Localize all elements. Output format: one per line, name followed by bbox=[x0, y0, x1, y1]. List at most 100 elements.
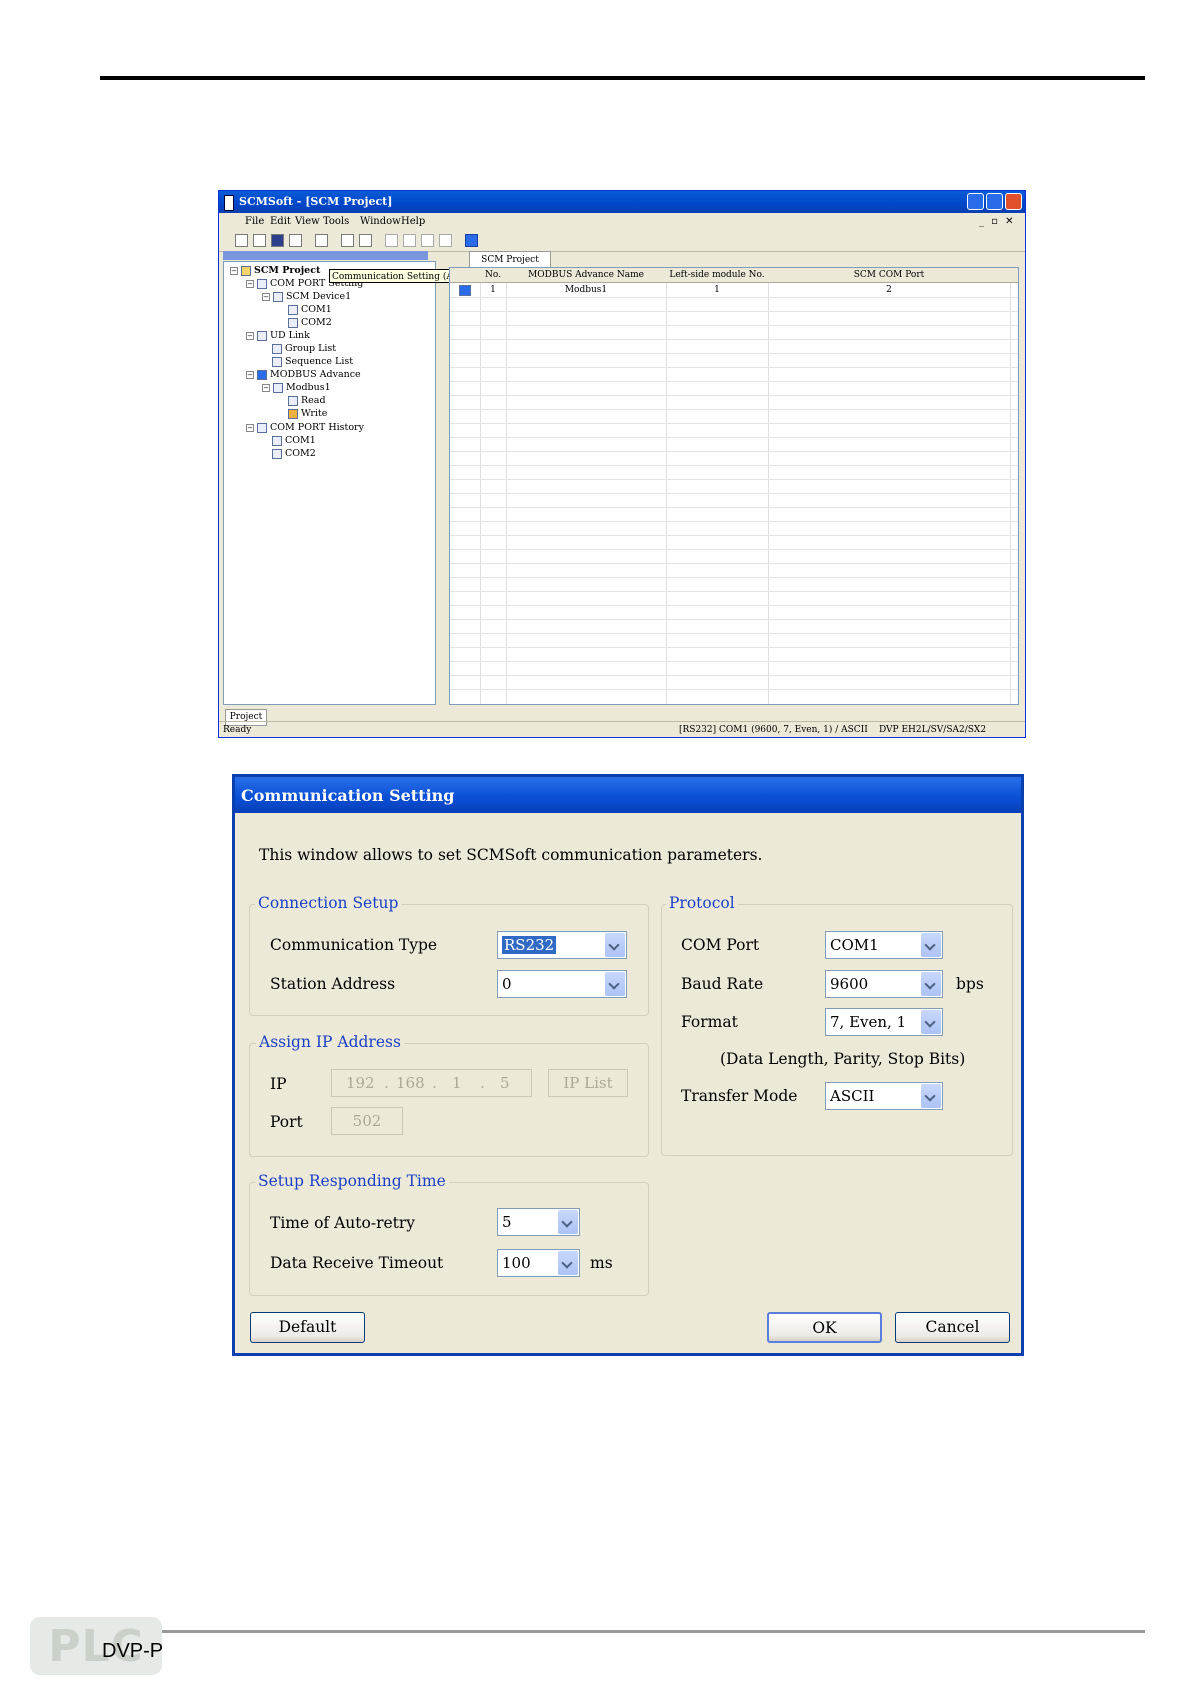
port-field[interactable]: 502 bbox=[331, 1107, 403, 1135]
chevron-down-icon bbox=[921, 933, 941, 957]
menu-window[interactable]: Window bbox=[360, 216, 401, 227]
device-icon bbox=[273, 291, 283, 302]
baud-rate-select[interactable]: 9600 bbox=[825, 970, 943, 998]
minimize-button[interactable] bbox=[967, 193, 984, 210]
tree-com1[interactable]: COM1 bbox=[301, 304, 332, 315]
arrow-up-icon[interactable] bbox=[385, 234, 398, 247]
communication-setting-icon[interactable] bbox=[315, 234, 328, 247]
menu-tools[interactable]: Tools bbox=[323, 216, 349, 227]
grid-header: No. MODBUS Advance Name Left-side module… bbox=[450, 268, 1018, 283]
tree-com-port-history[interactable]: COM PORT History bbox=[270, 422, 364, 433]
transfer-mode-select[interactable]: ASCII bbox=[825, 1082, 943, 1110]
dialog-titlebar: Communication Setting bbox=[235, 777, 1021, 813]
sequence-list-icon bbox=[272, 356, 282, 367]
ip-list-button[interactable]: IP List bbox=[548, 1069, 628, 1097]
transfer-mode-label: Transfer Mode bbox=[681, 1087, 798, 1105]
chevron-down-icon bbox=[921, 1010, 941, 1034]
link-icon bbox=[257, 330, 267, 341]
cell-name: Modbus1 bbox=[564, 285, 608, 295]
table-row[interactable]: 1 Modbus1 1 2 bbox=[450, 283, 1018, 298]
col-no[interactable]: No. bbox=[480, 270, 506, 280]
upload-icon[interactable] bbox=[341, 234, 354, 247]
tree-com2[interactable]: COM2 bbox=[301, 317, 332, 328]
arrow-down-icon[interactable] bbox=[403, 234, 416, 247]
ip-address-field[interactable]: 192 . 168 . 1 . 5 bbox=[331, 1069, 532, 1097]
com-port-label: COM Port bbox=[681, 936, 760, 954]
panel-caption-bar bbox=[223, 251, 428, 260]
ok-button[interactable]: OK bbox=[767, 1312, 882, 1343]
station-address-select[interactable]: 0 bbox=[497, 970, 627, 998]
dialog-title: Communication Setting bbox=[241, 786, 455, 805]
menu-edit[interactable]: Edit bbox=[270, 216, 291, 227]
auto-retry-select[interactable]: 5 bbox=[497, 1208, 580, 1236]
chevron-down-icon bbox=[921, 972, 941, 996]
tree-ud-link[interactable]: UD Link bbox=[270, 330, 310, 341]
mdi-controls-icon[interactable]: _ ▫ ✕ bbox=[979, 216, 1016, 227]
tree-modbus1[interactable]: Modbus1 bbox=[286, 382, 331, 393]
page-bottom-rule bbox=[100, 1630, 1145, 1633]
tree-root[interactable]: SCM Project bbox=[254, 265, 320, 276]
arrow-bottom-icon[interactable] bbox=[439, 234, 452, 247]
communication-type-select[interactable]: RS232 bbox=[497, 931, 627, 959]
print-preview-icon[interactable] bbox=[289, 234, 302, 247]
tree-write[interactable]: Write bbox=[301, 408, 327, 419]
close-button[interactable] bbox=[1005, 193, 1022, 210]
modbus-grid: No. MODBUS Advance Name Left-side module… bbox=[449, 267, 1019, 705]
com-port-icon bbox=[272, 435, 282, 446]
open-folder-icon[interactable] bbox=[253, 234, 266, 247]
com-port-select[interactable]: COM1 bbox=[825, 931, 943, 959]
status-model: DVP EH2L/SV/SA2/SX2 bbox=[879, 725, 987, 735]
chevron-down-icon bbox=[605, 933, 625, 957]
save-icon[interactable] bbox=[271, 234, 284, 247]
history-icon bbox=[257, 422, 267, 433]
ip-label: IP bbox=[270, 1075, 287, 1093]
station-address-label: Station Address bbox=[270, 975, 396, 993]
status-connection: [RS232] COM1 (9600, 7, Even, 1) / ASCII bbox=[679, 725, 868, 735]
page-top-rule bbox=[100, 76, 1145, 80]
com-port-icon bbox=[288, 317, 298, 328]
tree-read[interactable]: Read bbox=[301, 395, 326, 406]
default-button[interactable]: Default bbox=[250, 1312, 365, 1343]
col-com-port[interactable]: SCM COM Port bbox=[768, 270, 1010, 280]
tree-history-com2[interactable]: COM2 bbox=[285, 448, 316, 459]
responding-time-label: Setup Responding Time bbox=[255, 1172, 449, 1190]
port-label: Port bbox=[270, 1113, 303, 1131]
communication-setting-dialog: Communication Setting This window allows… bbox=[232, 774, 1024, 1356]
col-name[interactable]: MODBUS Advance Name bbox=[506, 270, 666, 280]
receive-timeout-label: Data Receive Timeout bbox=[270, 1254, 444, 1272]
maximize-button[interactable] bbox=[986, 193, 1003, 210]
download-icon[interactable] bbox=[359, 234, 372, 247]
scm-project-tab[interactable]: SCM Project bbox=[469, 251, 551, 268]
modbus-icon[interactable] bbox=[465, 234, 478, 247]
read-icon bbox=[288, 395, 298, 406]
arrow-top-icon[interactable] bbox=[421, 234, 434, 247]
cancel-button[interactable]: Cancel bbox=[895, 1312, 1010, 1343]
group-list-icon bbox=[272, 343, 282, 354]
menu-view[interactable]: View bbox=[295, 216, 320, 227]
chevron-down-icon bbox=[921, 1084, 941, 1108]
new-file-icon[interactable] bbox=[235, 234, 248, 247]
tree-scm-device[interactable]: SCM Device1 bbox=[286, 291, 351, 302]
receive-timeout-select[interactable]: 100 bbox=[497, 1249, 580, 1277]
assign-ip-label: Assign IP Address bbox=[256, 1033, 404, 1051]
baud-rate-label: Baud Rate bbox=[681, 975, 764, 993]
tree-group-list[interactable]: Group List bbox=[285, 343, 336, 354]
cell-no: 1 bbox=[490, 285, 496, 295]
app-icon bbox=[224, 195, 234, 211]
status-ready: Ready bbox=[223, 725, 252, 735]
menu-file[interactable]: File bbox=[245, 216, 264, 227]
format-select[interactable]: 7, Even, 1 bbox=[825, 1008, 943, 1036]
window-title: SCMSoft - [SCM Project] bbox=[239, 195, 393, 208]
format-hint: (Data Length, Parity, Stop Bits) bbox=[720, 1050, 966, 1068]
toolbar-tooltip: Communication Setting (Alt + S) bbox=[329, 269, 482, 283]
responding-time-group bbox=[249, 1182, 649, 1296]
chevron-down-icon bbox=[558, 1251, 578, 1275]
modbus-row-icon bbox=[459, 285, 471, 296]
project-folder-icon bbox=[241, 265, 251, 276]
tree-modbus-advance[interactable]: MODBUS Advance bbox=[270, 369, 361, 380]
tree-history-com1[interactable]: COM1 bbox=[285, 435, 316, 446]
tree-sequence-list[interactable]: Sequence List bbox=[285, 356, 353, 367]
menu-help[interactable]: Help bbox=[401, 216, 425, 227]
com-port-icon bbox=[288, 304, 298, 315]
col-left-module[interactable]: Left-side module No. bbox=[666, 270, 768, 280]
